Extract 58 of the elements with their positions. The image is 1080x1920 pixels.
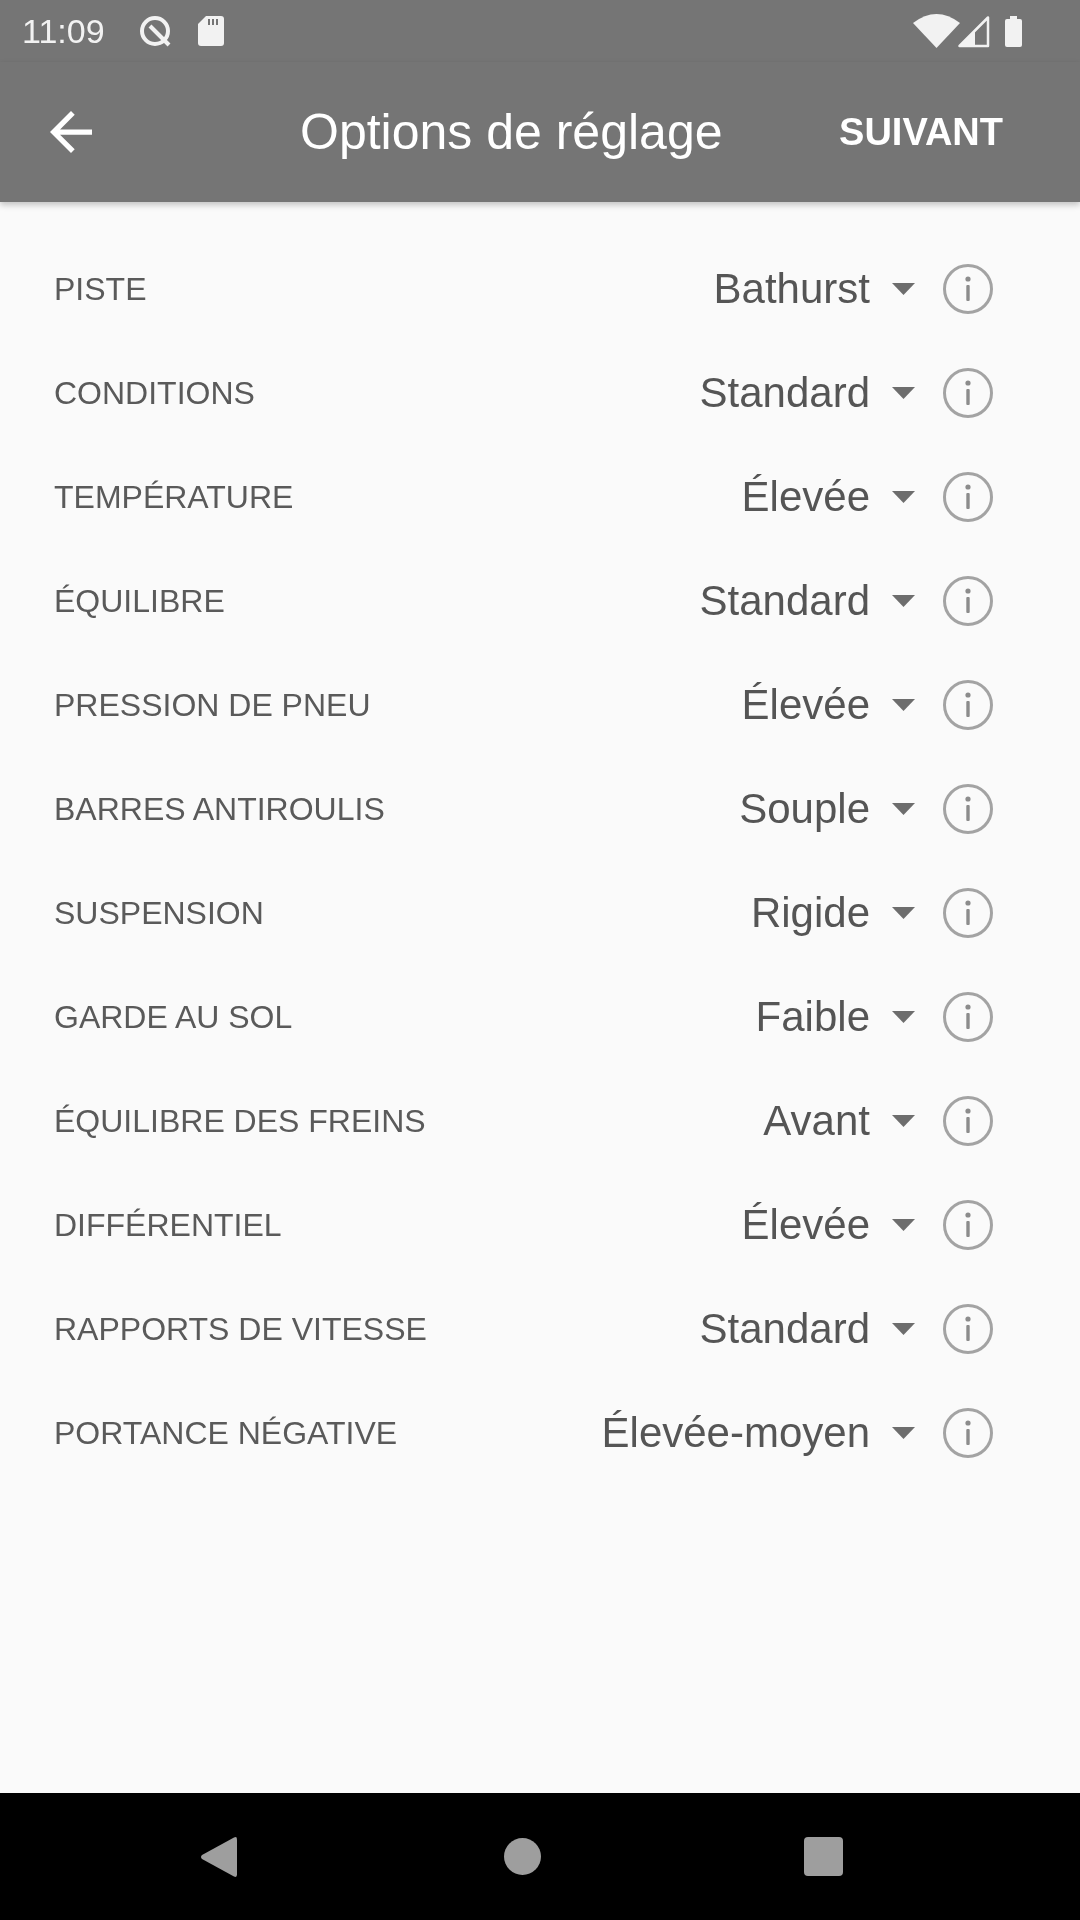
info-icon[interactable] <box>943 576 993 626</box>
caret-down-icon <box>892 1011 915 1023</box>
caret-down-icon <box>892 595 915 607</box>
caret-down-icon <box>892 803 915 815</box>
value-dropdown[interactable]: Standard <box>699 1305 915 1353</box>
caret-down-icon <box>892 1219 915 1231</box>
setting-label: BARRES ANTIROULIS <box>54 790 386 828</box>
caret-down-icon <box>892 907 915 919</box>
value-dropdown[interactable]: Élevée-moyen <box>601 1409 915 1457</box>
arrow-left-icon[interactable] <box>50 111 92 153</box>
caret-down-icon <box>892 699 915 711</box>
setting-label: CONDITIONS <box>54 374 256 412</box>
status-time: 11:09 <box>22 11 105 51</box>
value-dropdown[interactable]: Souple <box>739 785 915 833</box>
next-button[interactable]: SUIVANT <box>839 110 1003 154</box>
home-icon[interactable] <box>504 1838 541 1875</box>
setting-label: RAPPORTS DE VITESSE <box>54 1310 428 1348</box>
caret-down-icon <box>892 491 915 503</box>
circle-slash-icon <box>137 14 172 48</box>
setting-label: PORTANCE NÉGATIVE <box>54 1414 399 1452</box>
sd-card-icon <box>197 16 224 46</box>
info-icon[interactable] <box>943 680 993 730</box>
caret-down-icon <box>892 1323 915 1335</box>
caret-down-icon <box>892 1115 915 1127</box>
setting-label: TEMPÉRATURE <box>54 478 295 516</box>
info-icon[interactable] <box>943 1408 993 1458</box>
info-icon[interactable] <box>943 1096 993 1146</box>
caret-down-icon <box>892 387 915 399</box>
info-icon[interactable] <box>943 992 993 1042</box>
setting-label: ÉQUILIBRE <box>54 582 226 620</box>
back-icon[interactable] <box>200 1835 237 1878</box>
caret-down-icon <box>892 283 915 295</box>
value-dropdown[interactable]: Bathurst <box>713 265 915 313</box>
setting-label: DIFFÉRENTIEL <box>54 1206 283 1244</box>
value-dropdown[interactable]: Standard <box>699 369 915 417</box>
screen-title: Options de réglage <box>300 103 723 161</box>
info-icon[interactable] <box>943 368 993 418</box>
value-dropdown[interactable]: Rigide <box>750 889 915 937</box>
setting-label: PRESSION DE PNEU <box>54 686 372 724</box>
signal-icon <box>957 14 990 48</box>
setting-label: PISTE <box>54 270 148 308</box>
value-dropdown[interactable]: Élevée <box>741 681 915 729</box>
setting-label: SUSPENSION <box>54 894 265 932</box>
value-dropdown[interactable]: Faible <box>755 993 915 1041</box>
setting-label: ÉQUILIBRE DES FREINS <box>54 1102 427 1140</box>
info-icon[interactable] <box>943 784 993 834</box>
value-dropdown[interactable]: Élevée <box>741 1201 915 1249</box>
info-icon[interactable] <box>943 1304 993 1354</box>
info-icon[interactable] <box>943 1200 993 1250</box>
info-icon[interactable] <box>943 264 993 314</box>
value-dropdown[interactable]: Élevée <box>741 473 915 521</box>
setting-label: GARDE AU SOL <box>54 998 294 1036</box>
info-icon[interactable] <box>943 472 993 522</box>
value-dropdown[interactable]: Avant <box>763 1097 915 1145</box>
info-icon[interactable] <box>943 888 993 938</box>
value-dropdown[interactable]: Standard <box>699 577 915 625</box>
caret-down-icon <box>892 1427 915 1439</box>
battery-icon <box>1005 15 1022 47</box>
